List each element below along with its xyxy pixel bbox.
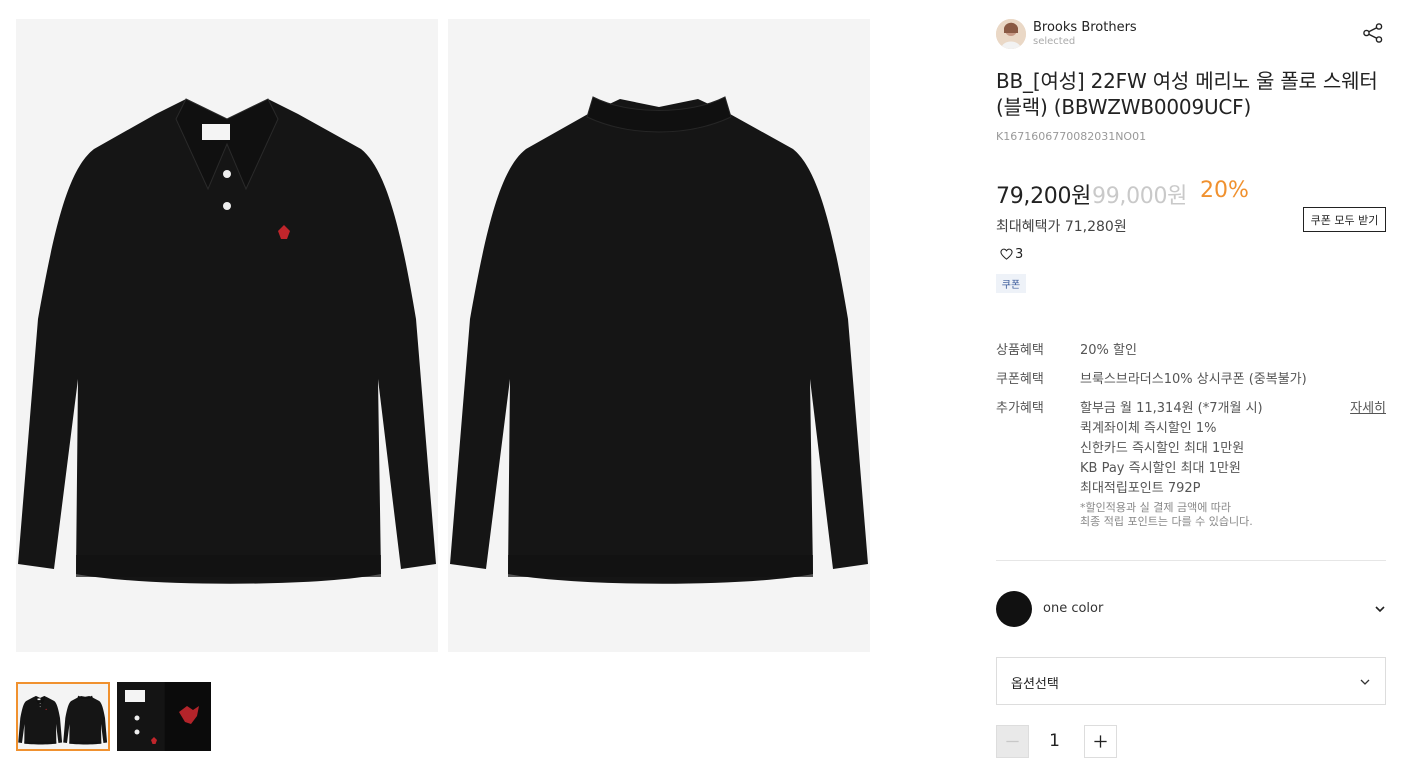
extra-benefit-line: 퀵계좌이체 즉시할인 1% [1080, 421, 1217, 436]
benefit-detail-link[interactable]: 자세히 [1350, 397, 1386, 416]
coupon-benefit-label: 쿠폰혜택 [996, 372, 1044, 387]
color-name: one color [1043, 601, 1104, 616]
get-all-coupons-button[interactable]: 쿠폰 모두 받기 [1303, 207, 1386, 232]
heart-icon [1000, 248, 1013, 260]
original-price: 99,000원 [1092, 184, 1188, 209]
divider [996, 560, 1386, 561]
extra-benefit-label: 추가혜택 [996, 401, 1044, 416]
product-benefit-value: 20% 할인 [1080, 343, 1137, 358]
product-back-image[interactable] [448, 19, 870, 652]
extra-benefit-line: 신한카드 즉시할인 최대 1만원 [1080, 441, 1245, 456]
quantity-increase-button[interactable] [1084, 725, 1117, 758]
extra-benefit-line: 할부금 월 11,314원 (*7개월 시) [1080, 401, 1263, 416]
brand-name[interactable]: Brooks Brothers [1033, 20, 1137, 35]
product-gallery [16, 19, 870, 652]
discount-rate: 20% [1200, 178, 1249, 203]
product-code: K1671606770082031NO01 [996, 130, 1147, 143]
product-front-image[interactable] [16, 19, 438, 652]
thumbnail-detail[interactable] [117, 682, 211, 751]
minus-icon [1006, 740, 1019, 743]
quantity-value[interactable]: 1 [1029, 731, 1080, 751]
option-select[interactable]: 옵션선택 [996, 657, 1386, 705]
extra-benefit-line: 최대적립포인트 792P [1080, 481, 1201, 496]
color-swatch[interactable] [996, 591, 1032, 627]
option-select-label: 옵션선택 [1011, 677, 1059, 692]
extra-benefit-line: KB Pay 즉시할인 최대 1만원 [1080, 461, 1241, 476]
like-button[interactable]: 3 [1000, 247, 1023, 262]
plus-icon [1094, 735, 1107, 748]
like-count: 3 [1015, 247, 1024, 262]
max-benefit-price: 최대혜택가 71,280원 [996, 219, 1127, 235]
point-note: *할인적용과 실 결제 금액에 따라 [1080, 501, 1232, 514]
share-icon[interactable] [1362, 22, 1384, 44]
product-title: BB_[여성] 22FW 여성 메리노 울 폴로 스웨터 (블랙) (BBWZW… [996, 69, 1378, 119]
sale-price: 79,200원 [996, 184, 1092, 209]
coupon-badge: 쿠폰 [996, 274, 1026, 293]
quantity-decrease-button[interactable] [996, 725, 1029, 758]
color-selector[interactable]: one color [996, 591, 1386, 627]
chevron-down-icon [1360, 679, 1370, 685]
brand-subtitle: selected [1033, 36, 1076, 47]
chevron-down-icon[interactable] [1374, 602, 1386, 616]
point-note: 최종 적립 포인트는 다를 수 있습니다. [1080, 515, 1253, 528]
price-row: 79,200원 99,000원 20% [996, 178, 1386, 209]
thumbnail-front-back[interactable] [16, 682, 110, 751]
brand-avatar[interactable] [996, 19, 1026, 49]
brand-row[interactable]: Brooks Brothers selected [996, 19, 1386, 49]
product-benefit-label: 상품혜택 [996, 343, 1044, 358]
coupon-benefit-value: 브룩스브라더스10% 상시쿠폰 (중복불가) [1080, 372, 1307, 387]
